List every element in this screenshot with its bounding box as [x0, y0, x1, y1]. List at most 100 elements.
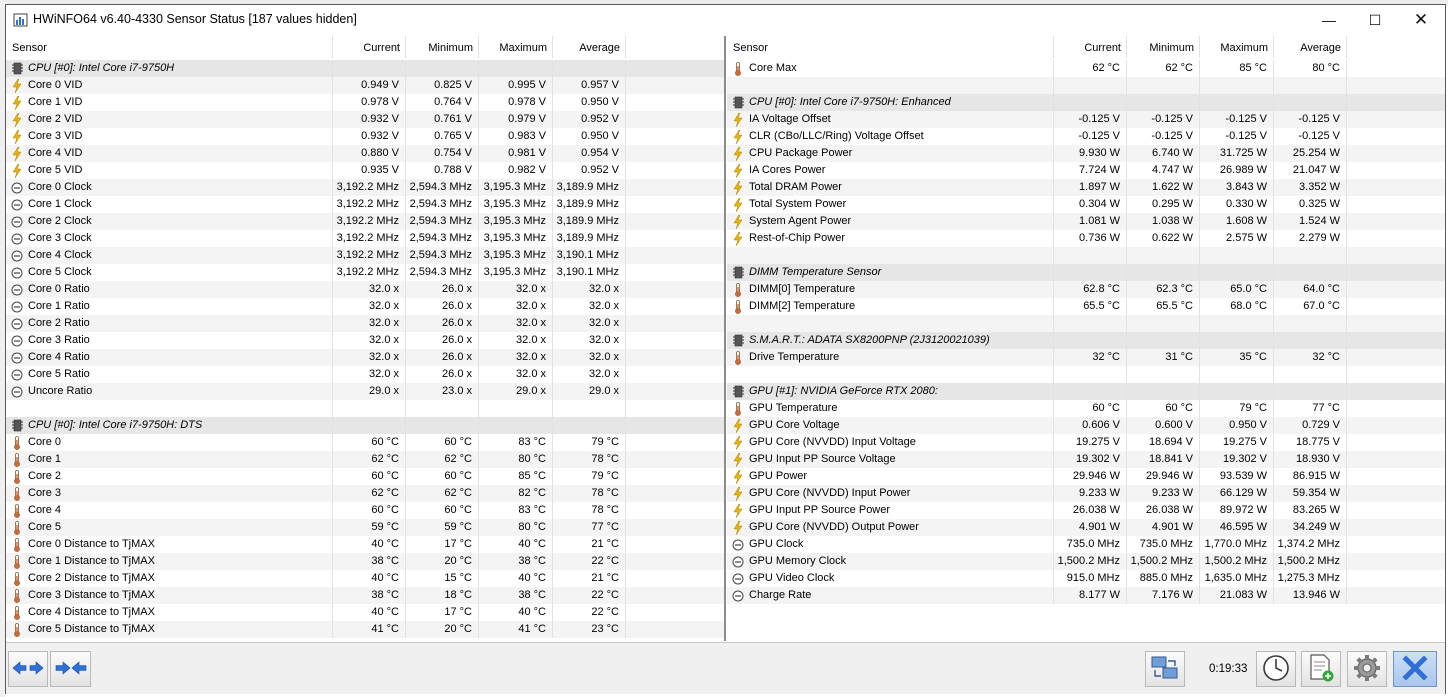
column-header-current[interactable]: Current: [333, 36, 406, 58]
table-row[interactable]: GPU Video Clock 915.0 MHz 885.0 MHz 1,635.0…: [727, 570, 1445, 587]
table-row[interactable]: Core 0 Ratio 32.0 x 26.0 x 32.0 x 32.0 x: [6, 281, 724, 298]
reset-timer-button[interactable]: [1256, 651, 1296, 687]
table-row[interactable]: Total DRAM Power 1.897 W 1.622 W 3.843 W 3.3…: [727, 179, 1445, 196]
column-header-minimum[interactable]: Minimum: [406, 36, 479, 58]
table-row[interactable]: Core 1 Distance to TjMAX 38 °C 20 °C 38 °C 2…: [6, 553, 724, 570]
table-row[interactable]: GPU Core Voltage 0.606 V 0.600 V 0.950 V 0.7…: [727, 417, 1445, 434]
table-row[interactable]: Core 3 Clock 3,192.2 MHz 2,594.3 MHz 3,195.…: [6, 230, 724, 247]
table-row[interactable]: Core 4 Clock 3,192.2 MHz 2,594.3 MHz 3,195.…: [6, 247, 724, 264]
current-value: 60 °C: [333, 468, 406, 485]
sensor-name: GPU Video Clock: [727, 570, 1054, 587]
column-header-maximum[interactable]: Maximum: [1200, 36, 1274, 58]
table-row[interactable]: IA Cores Power 7.724 W 4.747 W 26.989 W 21.0…: [727, 162, 1445, 179]
sensor-group-header[interactable]: DIMM Temperature Sensor: [727, 264, 1445, 281]
table-row[interactable]: Core 5 Distance to TjMAX 41 °C 20 °C 41 °C 2…: [6, 621, 724, 638]
sensor-group-header[interactable]: S.M.A.R.T.: ADATA SX8200PNP (2J312002103…: [727, 332, 1445, 349]
table-row[interactable]: Core 4 VID 0.880 V 0.754 V 0.981 V 0.954 V: [6, 145, 724, 162]
average-value: 67.0 °C: [1274, 298, 1347, 315]
current-value: 62 °C: [1054, 60, 1127, 77]
table-row[interactable]: CPU Package Power 9.930 W 6.740 W 31.725 W2…: [727, 145, 1445, 162]
column-header-average[interactable]: Average: [553, 36, 626, 58]
minimum-value: 23.0 x: [406, 383, 479, 400]
sensor-name: Rest-of-Chip Power: [727, 230, 1054, 247]
close-window-button[interactable]: ✕: [1398, 5, 1444, 35]
table-row[interactable]: GPU Memory Clock 1,500.2 MHz 1,500.2 MHz 1,…: [727, 553, 1445, 570]
table-row[interactable]: Core 3 Distance to TjMAX 38 °C 18 °C 38 °C 2…: [6, 587, 724, 604]
table-row[interactable]: Core 1 Ratio 32.0 x 26.0 x 32.0 x 32.0 x: [6, 298, 724, 315]
table-row[interactable]: Core 5 VID 0.935 V 0.788 V 0.982 V 0.952 V: [6, 162, 724, 179]
sensor-name: CLR (CBo/LLC/Ring) Voltage Offset: [727, 128, 1054, 145]
table-row[interactable]: GPU Temperature 60 °C 60 °C 79 °C 77 °C: [727, 400, 1445, 417]
sensor-table-left[interactable]: Sensor Current Minimum Maximum Average C…: [6, 36, 726, 641]
sensor-label: GPU Input PP Source Voltage: [749, 453, 896, 465]
sensor-table-right[interactable]: Sensor Current Minimum Maximum Average C…: [727, 36, 1445, 641]
table-row[interactable]: GPU Core (NVVDD) Output Power 4.901 W 4.90…: [727, 519, 1445, 536]
table-row[interactable]: CLR (CBo/LLC/Ring) Voltage Offset -0.125 …: [727, 128, 1445, 145]
table-row[interactable]: Core 4 60 °C 60 °C 83 °C 78 °C: [6, 502, 724, 519]
table-row[interactable]: Charge Rate 8.177 W 7.176 W 21.083 W 13.946 …: [727, 587, 1445, 604]
table-row[interactable]: Rest-of-Chip Power 0.736 W 0.622 W 2.575 W2…: [727, 230, 1445, 247]
table-row[interactable]: Core 5 59 °C 59 °C 80 °C 77 °C: [6, 519, 724, 536]
expand-columns-button[interactable]: [8, 651, 48, 687]
table-row[interactable]: Core 3 Ratio 32.0 x 26.0 x 32.0 x 32.0 x: [6, 332, 724, 349]
maximum-value: 29.0 x: [479, 383, 553, 400]
table-row[interactable]: Core 3 62 °C 62 °C 82 °C 78 °C: [6, 485, 724, 502]
column-header-average[interactable]: Average: [1274, 36, 1347, 58]
column-header-maximum[interactable]: Maximum: [479, 36, 553, 58]
table-row[interactable]: Core 4 Ratio 32.0 x 26.0 x 32.0 x 32.0 x: [6, 349, 724, 366]
table-row[interactable]: Core 0 Clock 3,192.2 MHz 2,594.3 MHz 3,195.…: [6, 179, 724, 196]
table-row[interactable]: Core 2 Clock 3,192.2 MHz 2,594.3 MHz 3,195.…: [6, 213, 724, 230]
sensor-group-header[interactable]: CPU [#0]: Intel Core i7-9750H: DTS: [6, 417, 724, 434]
table-row[interactable]: GPU Core (NVVDD) Input Voltage 19.275 V 18…: [727, 434, 1445, 451]
table-row[interactable]: Core 2 Ratio 32.0 x 26.0 x 32.0 x 32.0 x: [6, 315, 724, 332]
maximum-value: 32.0 x: [479, 349, 553, 366]
table-row[interactable]: IA Voltage Offset -0.125 V -0.125 V -0.125 …: [727, 111, 1445, 128]
sensor-group-header[interactable]: GPU [#1]: NVIDIA GeForce RTX 2080:: [727, 383, 1445, 400]
table-row[interactable]: Core Max 62 °C 62 °C 85 °C 80 °C: [727, 60, 1445, 77]
table-row[interactable]: Drive Temperature 32 °C 31 °C 35 °C 32 °C: [727, 349, 1445, 366]
sensor-group-header[interactable]: CPU [#0]: Intel Core i7-9750H: [6, 60, 724, 77]
table-row[interactable]: Core 0 60 °C 60 °C 83 °C 79 °C: [6, 434, 724, 451]
title-bar[interactable]: HWiNFO64 v6.40-4330 Sensor Status [187 v…: [6, 5, 1445, 35]
column-header-current[interactable]: Current: [1054, 36, 1127, 58]
table-row[interactable]: DIMM[0] Temperature 62.8 °C 62.3 °C 65.0 °C…: [727, 281, 1445, 298]
sensor-group-name: DIMM Temperature Sensor: [727, 264, 1054, 281]
table-row[interactable]: GPU Power 29.946 W 29.946 W 93.539 W 86.915 …: [727, 468, 1445, 485]
table-row[interactable]: Core 1 Clock 3,192.2 MHz 2,594.3 MHz 3,195.…: [6, 196, 724, 213]
column-header-minimum[interactable]: Minimum: [1127, 36, 1200, 58]
maximum-value: 40 °C: [479, 570, 553, 587]
table-row[interactable]: Core 0 VID 0.949 V 0.825 V 0.995 V 0.957 V: [6, 77, 724, 94]
table-row[interactable]: Uncore Ratio 29.0 x 23.0 x 29.0 x 29.0 x: [6, 383, 724, 400]
table-row[interactable]: Core 2 60 °C 60 °C 85 °C 79 °C: [6, 468, 724, 485]
average-value: 0.729 V: [1274, 417, 1347, 434]
sensor-group-header[interactable]: CPU [#0]: Intel Core i7-9750H: Enhanced: [727, 94, 1445, 111]
table-row[interactable]: DIMM[2] Temperature 65.5 °C 65.5 °C 68.0 °C…: [727, 298, 1445, 315]
logging-button[interactable]: [1301, 651, 1341, 687]
table-row[interactable]: Core 2 Distance to TjMAX 40 °C 15 °C 40 °C 2…: [6, 570, 724, 587]
network-sharing-button[interactable]: [1145, 651, 1185, 687]
column-header-sensor[interactable]: Sensor: [6, 36, 333, 58]
table-row[interactable]: GPU Input PP Source Voltage 19.302 V 18.84…: [727, 451, 1445, 468]
collapse-columns-button[interactable]: [50, 651, 91, 687]
table-row[interactable]: Total System Power 0.304 W 0.295 W 0.330 W0…: [727, 196, 1445, 213]
maximize-button[interactable]: ☐: [1352, 5, 1398, 35]
settings-button[interactable]: [1347, 651, 1387, 687]
close-sensors-button[interactable]: [1393, 651, 1437, 687]
thermometer-icon: [11, 486, 23, 501]
table-row[interactable]: Core 3 VID 0.932 V 0.765 V 0.983 V 0.950 V: [6, 128, 724, 145]
table-row[interactable]: GPU Input PP Source Power 26.038 W 26.038 …: [727, 502, 1445, 519]
table-row[interactable]: Core 1 VID 0.978 V 0.764 V 0.978 V 0.950 V: [6, 94, 724, 111]
table-row[interactable]: GPU Core (NVVDD) Input Power 9.233 W 9.233…: [727, 485, 1445, 502]
table-row[interactable]: Core 4 Distance to TjMAX 40 °C 17 °C 40 °C 2…: [6, 604, 724, 621]
table-row[interactable]: Core 0 Distance to TjMAX 40 °C 17 °C 40 °C 2…: [6, 536, 724, 553]
minimum-value: 60 °C: [406, 468, 479, 485]
table-row[interactable]: Core 2 VID 0.932 V 0.761 V 0.979 V 0.952 V: [6, 111, 724, 128]
minimize-button[interactable]: —: [1306, 5, 1352, 35]
table-row[interactable]: Core 5 Clock 3,192.2 MHz 2,594.3 MHz 3,195.…: [6, 264, 724, 281]
table-row[interactable]: GPU Clock 735.0 MHz 735.0 MHz 1,770.0 MHz 1,…: [727, 536, 1445, 553]
table-row[interactable]: System Agent Power 1.081 W 1.038 W 1.608 W1…: [727, 213, 1445, 230]
table-row[interactable]: Core 1 62 °C 62 °C 80 °C 78 °C: [6, 451, 724, 468]
table-row[interactable]: Core 5 Ratio 32.0 x 26.0 x 32.0 x 32.0 x: [6, 366, 724, 383]
column-header-sensor[interactable]: Sensor: [727, 36, 1054, 58]
clock-icon: [11, 232, 23, 245]
